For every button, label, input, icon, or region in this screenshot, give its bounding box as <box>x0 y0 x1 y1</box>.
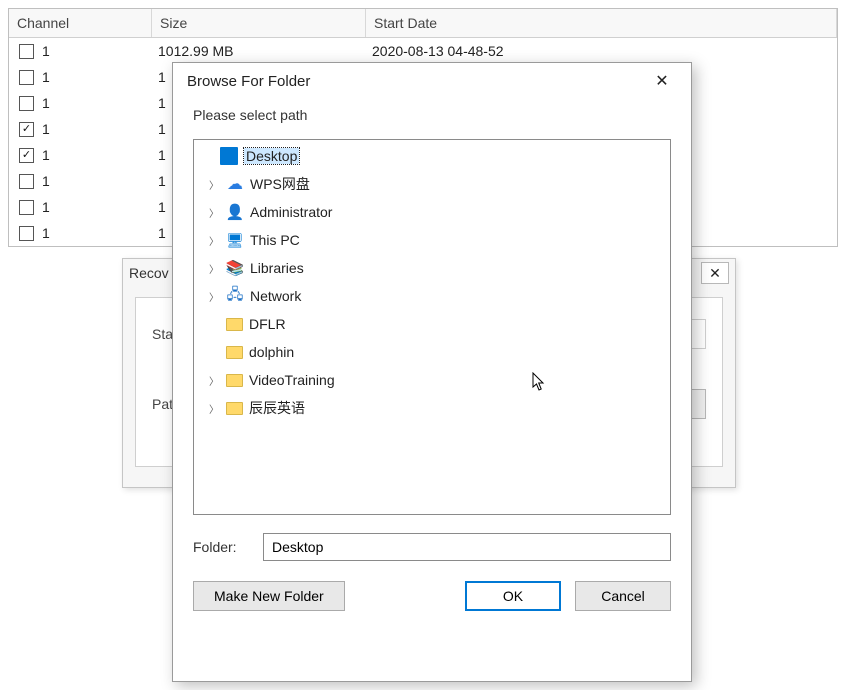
tree-item-label: Libraries <box>250 260 304 276</box>
folder-icon <box>226 374 243 387</box>
row-checkbox[interactable] <box>19 148 34 163</box>
chevron-right-icon[interactable]: 〉 <box>208 373 220 388</box>
desktop-icon <box>220 147 238 165</box>
tree-item-label: Administrator <box>250 204 332 220</box>
close-icon[interactable]: ✕ <box>701 262 729 284</box>
make-new-folder-button[interactable]: Make New Folder <box>193 581 345 611</box>
chevron-right-icon[interactable]: 〉 <box>208 177 220 192</box>
dialog-title: Browse For Folder <box>187 73 310 90</box>
table-header: Channel Size Start Date <box>9 9 837 38</box>
row-checkbox[interactable] <box>19 96 34 111</box>
cloud-icon <box>226 175 244 193</box>
tree-item-label: DFLR <box>249 316 286 332</box>
cell-channel: 1 <box>42 225 50 241</box>
tree-item[interactable]: 〉 Network <box>194 282 670 310</box>
lib-icon <box>226 259 244 277</box>
row-checkbox[interactable] <box>19 226 34 241</box>
tree-item-label: WPS网盘 <box>250 174 310 194</box>
row-checkbox[interactable] <box>19 44 34 59</box>
folder-icon <box>226 318 243 331</box>
tree-item[interactable]: 〉DFLR <box>194 310 670 338</box>
tree-item[interactable]: 〉 WPS网盘 <box>194 170 670 198</box>
cancel-button[interactable]: Cancel <box>575 581 671 611</box>
header-size[interactable]: Size <box>152 9 366 37</box>
row-checkbox[interactable] <box>19 70 34 85</box>
cell-channel: 1 <box>42 199 50 215</box>
user-icon <box>226 203 244 221</box>
browse-for-folder-dialog: Browse For Folder ✕ Please select path ▶… <box>172 62 692 682</box>
ok-button[interactable]: OK <box>465 581 561 611</box>
tree-item-label: VideoTraining <box>249 372 335 388</box>
pc-icon <box>226 231 244 249</box>
cell-channel: 1 <box>42 69 50 85</box>
tree-item-label: Desktop <box>244 148 299 164</box>
tree-item[interactable]: 〉 VideoTraining <box>194 366 670 394</box>
cell-channel: 1 <box>42 173 50 189</box>
tree-item[interactable]: 〉 This PC <box>194 226 670 254</box>
cell-start-date: 2020-08-13 04-48-52 <box>366 43 837 59</box>
tree-item-desktop[interactable]: ▶ Desktop <box>194 142 670 170</box>
cell-channel: 1 <box>42 121 50 137</box>
folder-tree[interactable]: ▶ Desktop 〉WPS网盘〉Administrator〉This PC〉L… <box>193 139 671 515</box>
folder-label: Folder: <box>193 539 251 555</box>
header-channel[interactable]: Channel <box>9 9 152 37</box>
tree-item-label: 辰辰英语 <box>249 398 305 418</box>
chevron-right-icon[interactable]: 〉 <box>208 289 220 304</box>
tree-item-label: dolphin <box>249 344 294 360</box>
recovery-dialog-title: Recov <box>129 265 169 281</box>
tree-item[interactable]: 〉 Administrator <box>194 198 670 226</box>
cell-channel: 1 <box>42 43 50 59</box>
table-row[interactable]: 1 1012.99 MB2020-08-13 04-48-52 <box>9 38 837 64</box>
row-checkbox[interactable] <box>19 200 34 215</box>
dialog-instruction: Please select path <box>173 99 691 139</box>
cell-channel: 1 <box>42 95 50 111</box>
chevron-right-icon[interactable]: 〉 <box>208 233 220 248</box>
row-checkbox[interactable] <box>19 122 34 137</box>
tree-item-label: Network <box>250 288 301 304</box>
chevron-right-icon[interactable]: 〉 <box>208 205 220 220</box>
row-checkbox[interactable] <box>19 174 34 189</box>
folder-icon <box>226 402 243 415</box>
chevron-right-icon[interactable]: 〉 <box>208 261 220 276</box>
chevron-right-icon[interactable]: 〉 <box>208 401 220 416</box>
tree-item[interactable]: 〉 辰辰英语 <box>194 394 670 422</box>
tree-item-label: This PC <box>250 232 300 248</box>
cell-size: 1012.99 MB <box>152 43 366 59</box>
header-start-date[interactable]: Start Date <box>366 9 837 37</box>
folder-input[interactable] <box>263 533 671 561</box>
folder-icon <box>226 346 243 359</box>
close-icon[interactable]: ✕ <box>641 67 683 95</box>
cell-channel: 1 <box>42 147 50 163</box>
tree-item[interactable]: 〉dolphin <box>194 338 670 366</box>
tree-item[interactable]: 〉 Libraries <box>194 254 670 282</box>
net-icon <box>226 287 244 305</box>
